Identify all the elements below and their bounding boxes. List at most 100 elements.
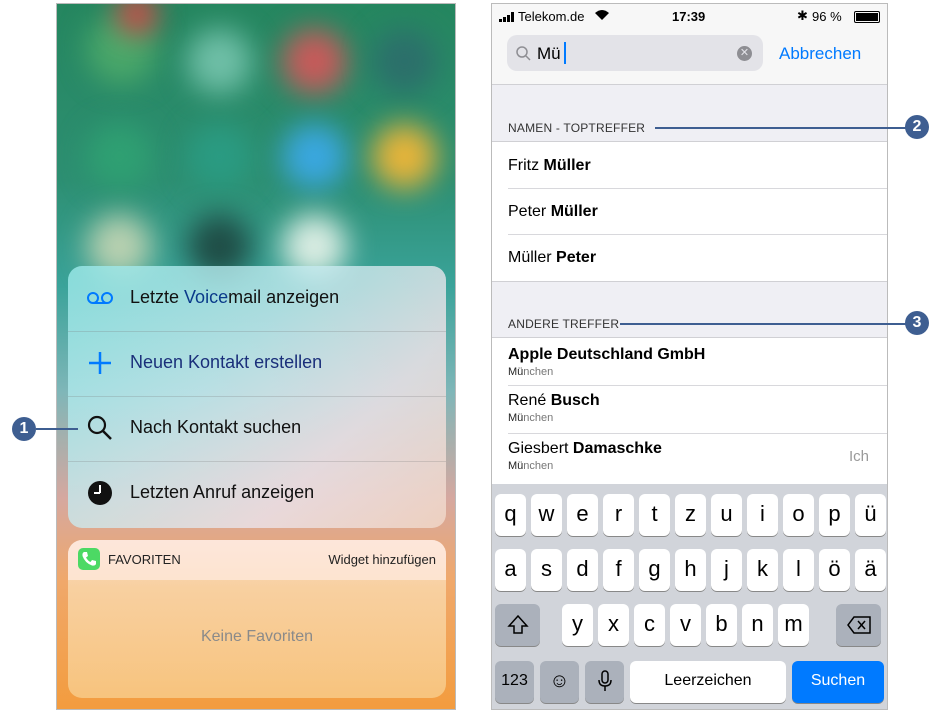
emoji-key[interactable]: ☺ [540, 661, 579, 703]
list-item[interactable]: Peter Müller [492, 189, 887, 235]
key-i[interactable]: i [747, 494, 778, 536]
key-c[interactable]: c [634, 604, 665, 646]
quick-action-label: Letzte Voicemail anzeigen [130, 287, 340, 307]
keyboard: qwertzuiopü asdfghjklöä yxcvbnm 123 ☺ Le… [492, 484, 887, 709]
key-s[interactable]: s [531, 549, 562, 591]
contact-city: München [508, 412, 554, 424]
key-ö[interactable]: ö [819, 549, 850, 591]
quick-action-label: Neuen Kontakt erstellen [130, 352, 323, 372]
section-header-top-hits: NAMEN - TOPTREFFER [508, 121, 646, 135]
microphone-icon [597, 670, 612, 691]
key-l[interactable]: l [783, 549, 814, 591]
blurred-app-icon [187, 29, 252, 94]
search-icon [516, 46, 531, 61]
quick-action-new-contact[interactable]: Neuen Kontakt erstellen [68, 331, 446, 397]
space-key[interactable]: Leerzeichen [630, 661, 786, 703]
key-m[interactable]: m [778, 604, 809, 646]
key-d[interactable]: d [567, 549, 598, 591]
key-x[interactable]: x [598, 604, 629, 646]
key-t[interactable]: t [639, 494, 670, 536]
wifi-icon [595, 10, 609, 20]
key-ü[interactable]: ü [855, 494, 886, 536]
key-p[interactable]: p [819, 494, 850, 536]
phone-app-icon [78, 548, 100, 570]
home-screen-3d-touch: Letzte Voicemail anzeigen Neuen Kontakt … [56, 3, 456, 710]
empty-favorites-text: Keine Favoriten [200, 628, 314, 645]
backspace-icon [846, 616, 871, 634]
contact-city: München [508, 366, 554, 378]
quick-action-voicemail[interactable]: Letzte Voicemail anzeigen [68, 266, 446, 332]
dictation-key[interactable] [585, 661, 624, 703]
quick-action-label: Letzten Anruf anzeigen [130, 482, 315, 502]
contact-city: München [508, 460, 554, 472]
shift-key[interactable] [495, 604, 540, 646]
key-j[interactable]: j [711, 549, 742, 591]
numbers-key[interactable]: 123 [495, 661, 534, 703]
key-n[interactable]: n [742, 604, 773, 646]
battery-icon [854, 11, 880, 23]
quick-action-search-contact[interactable]: Nach Kontakt suchen [68, 396, 446, 462]
callout-badge-1: 1 [12, 417, 36, 441]
top-hits-list: Fritz Müller Peter Müller Müller Peter [492, 141, 887, 282]
signal-icon [499, 12, 514, 22]
search-header: Telekom.de 17:39 ✱ 96 % Mü ✕ Abbrechen [492, 4, 887, 85]
callout-line-3 [620, 323, 909, 325]
key-e[interactable]: e [567, 494, 598, 536]
widget-title: FAVORITEN [108, 552, 181, 567]
contact-name: Apple Deutschland GmbH [508, 346, 706, 363]
contacts-search-screen: Telekom.de 17:39 ✱ 96 % Mü ✕ Abbrechen N… [491, 3, 888, 710]
list-item[interactable]: Apple Deutschland GmbH München [492, 338, 887, 385]
key-f[interactable]: f [603, 549, 634, 591]
search-input[interactable]: Mü [537, 44, 561, 64]
quick-action-label: Nach Kontakt suchen [130, 417, 302, 437]
key-r[interactable]: r [603, 494, 634, 536]
blurred-app-icon [282, 29, 347, 94]
clock-icon [88, 481, 112, 505]
voicemail-icon [87, 292, 113, 304]
key-a[interactable]: a [495, 549, 526, 591]
key-v[interactable]: v [670, 604, 701, 646]
text-cursor [564, 42, 566, 64]
search-field[interactable]: Mü ✕ [507, 35, 763, 71]
key-k[interactable]: k [747, 549, 778, 591]
list-item[interactable]: Giesbert Damaschke München Ich [492, 434, 887, 482]
widget-header: FAVORITEN Widget hinzufügen [68, 540, 446, 580]
key-ä[interactable]: ä [855, 549, 886, 591]
key-u[interactable]: u [711, 494, 742, 536]
blurred-app-icon [372, 29, 437, 94]
blurred-app-icon [87, 124, 152, 189]
key-b[interactable]: b [706, 604, 737, 646]
favorites-widget: FAVORITEN Widget hinzufügen Keine Favori… [68, 540, 446, 698]
contact-name: Müller Peter [508, 249, 597, 266]
shift-icon [506, 614, 529, 634]
contact-name: René Busch [508, 392, 600, 409]
list-item[interactable]: Müller Peter [492, 235, 887, 281]
callout-line-2 [655, 127, 909, 129]
cancel-button[interactable]: Abbrechen [779, 44, 861, 64]
contact-name: Peter Müller [508, 203, 598, 220]
key-z[interactable]: z [675, 494, 706, 536]
key-y[interactable]: y [562, 604, 593, 646]
key-g[interactable]: g [639, 549, 670, 591]
callout-badge-3: 3 [905, 311, 929, 335]
search-key[interactable]: Suchen [792, 661, 884, 703]
key-q[interactable]: q [495, 494, 526, 536]
blurred-app-icon [187, 124, 252, 189]
key-h[interactable]: h [675, 549, 706, 591]
list-item[interactable]: René Busch München [492, 386, 887, 433]
quick-actions-menu: Letzte Voicemail anzeigen Neuen Kontakt … [68, 266, 446, 528]
status-time: 17:39 [672, 9, 706, 24]
battery-percent: 96 % [812, 9, 842, 24]
callout-line-1 [36, 428, 78, 430]
backspace-key[interactable] [836, 604, 881, 646]
callout-badge-2: 2 [905, 115, 929, 139]
section-header-other-hits: ANDERE TREFFER [508, 317, 620, 331]
quick-action-last-call[interactable]: Letzten Anruf anzeigen [68, 461, 446, 526]
search-icon [87, 415, 112, 440]
list-item[interactable]: Fritz Müller [492, 142, 887, 188]
key-o[interactable]: o [783, 494, 814, 536]
clear-search-icon[interactable]: ✕ [737, 46, 752, 61]
add-widget-button[interactable]: Widget hinzufügen [328, 552, 436, 567]
key-w[interactable]: w [531, 494, 562, 536]
bluetooth-icon: ✱ [797, 8, 808, 23]
